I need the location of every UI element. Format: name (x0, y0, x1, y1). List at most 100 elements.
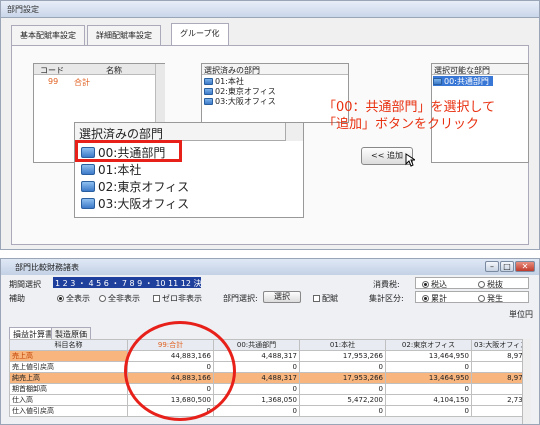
window-title: 部門設定 (7, 5, 39, 14)
radio-on (422, 281, 429, 288)
col-header: 科目名称 (9, 339, 128, 351)
zero-hide-checkbox[interactable]: ゼロ非表示 (153, 293, 202, 304)
dept-select-label: 部門選択: (223, 294, 258, 303)
cell: 0 (213, 405, 300, 417)
tax-included[interactable]: 税込 (422, 279, 447, 290)
allocation-checkbox[interactable]: 配賦 (313, 293, 338, 304)
close-button[interactable]: ✕ (515, 261, 535, 272)
row-name: 売上値引戻高 (9, 361, 128, 373)
col-header[interactable]: 01:本社 (299, 339, 386, 351)
table-row[interactable]: 仕入値引戻高 0 0 0 0 (9, 405, 531, 417)
unit-label: 単位円 (509, 310, 533, 319)
dept-icon (204, 87, 213, 95)
assist-show-all[interactable]: 全表示 (57, 293, 90, 304)
title-bar: 部門設定 (1, 1, 539, 18)
cell (470, 405, 531, 417)
cell: 0 (299, 405, 386, 417)
comparison-fs-window: 部門比較財務諸表 – □ ✕ 期間選択 1 2 3 ・ 4 5 6 ・ 7 8 … (0, 258, 540, 425)
row-name: 仕入値引戻高 (9, 405, 128, 417)
cell: 5,472,200 (299, 394, 386, 406)
row-name: 合計 (74, 78, 90, 87)
cell: 13,464,950 (385, 350, 472, 362)
accum-cumulative[interactable]: 累計 (422, 293, 447, 304)
checkbox (313, 295, 320, 302)
period-label: 期間選択 (9, 280, 41, 289)
radio-on (422, 295, 429, 302)
cell: 8,976 (470, 372, 531, 384)
financial-table: 科目名称 99:合計 00:共通部門 01:本社 02:東京オフィス 03:大阪… (9, 339, 531, 417)
instruction-callout: 「00：共通部門」を選択して 「追加」ボタンをクリック (323, 100, 496, 132)
cell: 0 (385, 383, 472, 395)
tax-excluded[interactable]: 税抜 (478, 279, 503, 290)
period-selector[interactable]: 1 2 3 ・ 4 5 6 ・ 7 8 9 ・ 10 11 12 決 (53, 277, 201, 288)
radio-off (478, 281, 485, 288)
list-item[interactable]: 03:大阪オフィス (204, 96, 276, 106)
row-name: 期首棚卸高 (9, 383, 128, 395)
row-name: 売上高 (9, 350, 128, 362)
grid-row[interactable]: 99 合計 (34, 76, 164, 87)
col-header[interactable]: 02:東京オフィス (385, 339, 472, 351)
checkbox (153, 295, 160, 302)
available-list-header: 選択可能な部門 (432, 64, 528, 75)
highlight-circle (124, 321, 236, 421)
tax-group: 税込 税抜 (415, 277, 529, 289)
cell: 0 (385, 361, 472, 373)
tab-manufacturing-cost[interactable]: 製造原価 (51, 327, 91, 339)
col-header[interactable]: 03:大阪オフィス (470, 339, 531, 351)
cell: 13,464,950 (385, 372, 472, 384)
cursor-icon (405, 153, 415, 167)
dept-icon (204, 77, 213, 85)
list-item[interactable]: 01:本社 (204, 76, 244, 86)
selected-list-header: 選択済みの部門 (202, 64, 348, 75)
table-row[interactable]: 仕入高 13,680,500 1,368,050 5,472,200 4,104… (9, 394, 531, 406)
cell (470, 361, 531, 373)
select-button[interactable]: 選択 (263, 291, 301, 303)
radio-off (478, 295, 485, 302)
dept-icon (433, 77, 442, 85)
zoom-list-item: 02:東京オフィス (81, 178, 189, 194)
dept-icon (81, 163, 95, 175)
col-name: 名称 (106, 66, 122, 75)
table-header-row: 科目名称 99:合計 00:共通部門 01:本社 02:東京オフィス 03:大阪… (9, 339, 531, 351)
row-code: 99 (48, 77, 59, 86)
cell: 8,976 (470, 350, 531, 362)
maximize-button[interactable]: □ (500, 261, 514, 272)
dept-icon (81, 180, 95, 192)
accum-group: 累計 発生 (415, 291, 529, 303)
zoomed-selected-list: 選択済みの部門 00:共通部門 01:本社 02:東京オフィス 03:大阪オフィ… (74, 122, 304, 218)
list-item[interactable]: 02:東京オフィス (204, 86, 276, 96)
highlight-box (75, 140, 182, 162)
table-row-highlighted[interactable]: 純売上高 44,883,166 4,488,317 17,953,266 13,… (9, 372, 531, 384)
zoom-list-item: 01:本社 (81, 161, 141, 177)
zoom-header: 選択済みの部門 (75, 123, 285, 141)
grid-header: コード 名称 (34, 64, 164, 75)
list-item-selected[interactable]: 00:共通部門 (433, 76, 493, 86)
row-name: 純売上高 (9, 372, 128, 384)
cell: 0 (299, 383, 386, 395)
tab-grouping[interactable]: グループ化 (171, 23, 229, 45)
table-row[interactable]: 期首棚卸高 0 0 0 0 (9, 383, 531, 395)
zoom-list-item: 03:大阪オフィス (81, 195, 189, 211)
window-title: 部門比較財務諸表 (15, 263, 79, 272)
assist-hide-all[interactable]: 全非表示 (99, 293, 140, 304)
col-code: コード (40, 66, 64, 75)
tax-label: 消費税: (373, 280, 400, 289)
dept-icon (81, 197, 95, 209)
table-scrollbar[interactable] (522, 339, 531, 424)
tab-basic-allocation[interactable]: 基本配賦率設定 (11, 25, 85, 45)
tab-income-statement[interactable]: 損益計算書 (9, 327, 57, 339)
cell: 2,736 (470, 394, 531, 406)
title-bar: 部門比較財務諸表 – □ ✕ (1, 259, 539, 275)
dept-icon (204, 97, 213, 105)
cell: 17,953,266 (299, 350, 386, 362)
tab-detail-allocation[interactable]: 詳細配賦率設定 (87, 25, 161, 45)
cell: 0 (299, 361, 386, 373)
minimize-button[interactable]: – (485, 261, 499, 272)
table-row[interactable]: 売上値引戻高 0 0 0 0 (9, 361, 531, 373)
accum-label: 集計区分: (369, 294, 404, 303)
accum-occurrence[interactable]: 発生 (478, 293, 503, 304)
table-row[interactable]: 売上高 44,883,166 4,488,317 17,953,266 13,4… (9, 350, 531, 362)
zoom-header-button (285, 123, 303, 141)
cell: 4,104,150 (385, 394, 472, 406)
row-name: 仕入高 (9, 394, 128, 406)
